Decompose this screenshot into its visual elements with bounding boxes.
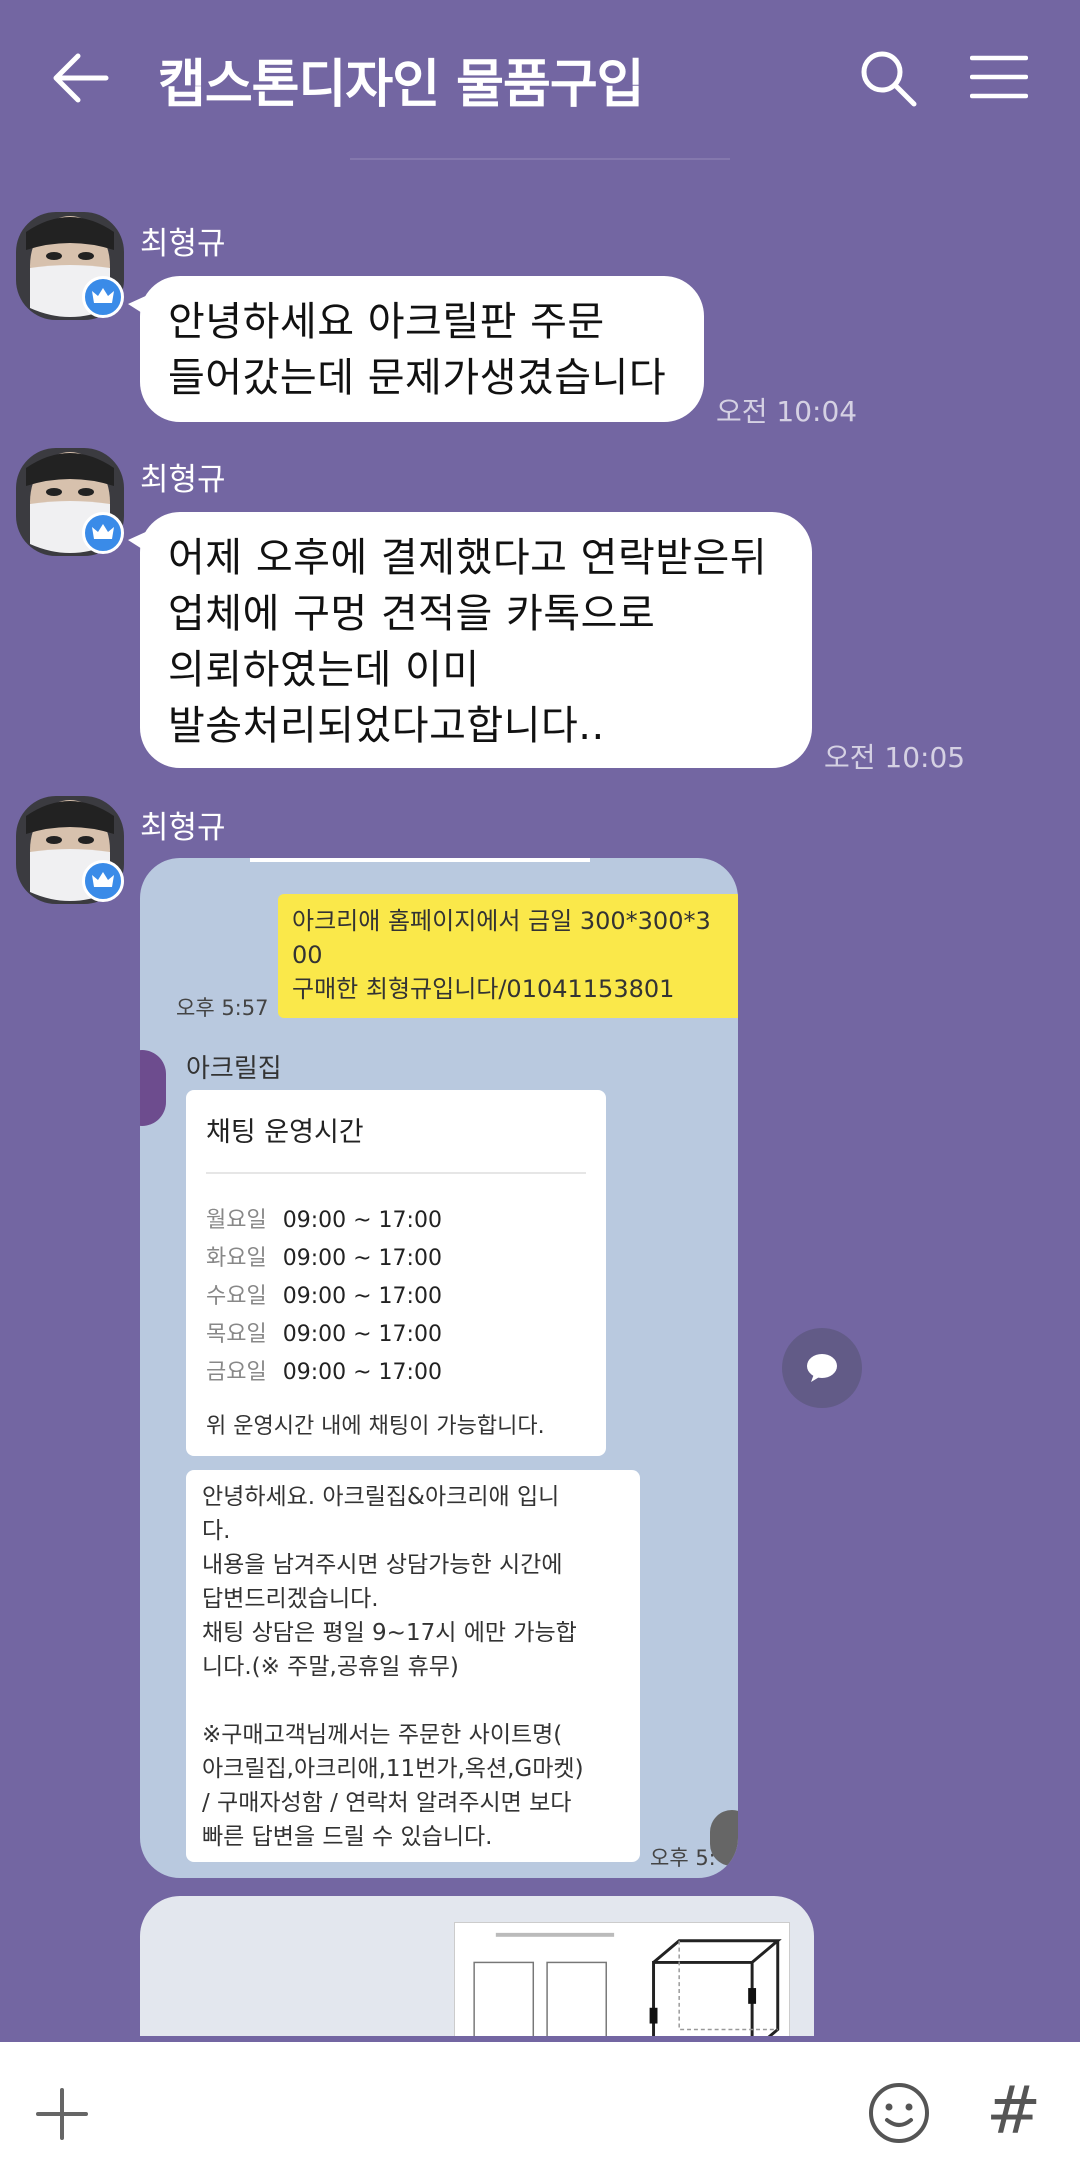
emoji-icon[interactable] xyxy=(868,2082,930,2144)
chat-header: 캡스톤디자인 물품구입 xyxy=(0,0,1080,160)
reply-bubble-button[interactable] xyxy=(782,1328,862,1408)
hours-row: 화요일 09:00 ~ 17:00 xyxy=(206,1246,442,1271)
hamburger-menu-icon[interactable] xyxy=(970,54,1028,100)
message-bubble[interactable]: 안녕하세요 아크릴판 주문 들어갔는데 문제가생겼습니다 xyxy=(128,276,704,422)
sender-name: 최형규 xyxy=(140,226,226,262)
message-input-bar: # xyxy=(0,2042,1080,2177)
message-time: 오전 10:05 xyxy=(824,741,966,774)
sender-name: 최형규 xyxy=(140,810,226,846)
greeting-card: 안녕하세요. 아크릴집&아크리애 입니 다. 내용을 남겨주시면 상담가능한 시… xyxy=(186,1470,640,1862)
hashtag-button[interactable]: # xyxy=(986,2072,1041,2149)
chat-title: 캡스톤디자인 물품구입 xyxy=(158,55,645,115)
screenshot-edge xyxy=(250,858,590,862)
screenshot-button xyxy=(710,1810,738,1866)
search-icon[interactable] xyxy=(858,48,918,108)
hours-note: 위 운영시간 내에 채팅이 가능합니다. xyxy=(206,1414,545,1439)
hours-title: 채팅 운영시간 xyxy=(206,1117,364,1148)
screenshot-time: 오후 5: xyxy=(650,1846,716,1870)
screenshot-time: 오후 5:57 xyxy=(176,996,269,1020)
hours-row: 수요일 09:00 ~ 17:00 xyxy=(206,1284,442,1309)
screenshot-yellow-message: 아크리애 홈페이지에서 금일 300*300*3 00 구매한 최형규입니다/0… xyxy=(278,894,738,1018)
hours-divider xyxy=(206,1172,586,1174)
hours-row: 월요일 09:00 ~ 17:00 xyxy=(206,1208,442,1233)
back-arrow-icon[interactable] xyxy=(50,52,110,104)
hours-card: 채팅 운영시간 월요일 09:00 ~ 17:00 화요일 09:00 ~ 17:0… xyxy=(186,1090,606,1456)
date-divider xyxy=(350,158,730,160)
image-message[interactable] xyxy=(140,1896,814,2036)
shop-avatar xyxy=(140,1050,166,1126)
hours-list: 월요일 09:00 ~ 17:00 화요일 09:00 ~ 17:00 수요일 09:… xyxy=(206,1202,442,1392)
shop-name: 아크릴집 xyxy=(186,1054,282,1084)
crown-badge-icon xyxy=(82,860,124,902)
plus-icon[interactable] xyxy=(34,2086,90,2142)
crown-badge-icon xyxy=(82,276,124,318)
hours-row: 금요일 09:00 ~ 17:00 xyxy=(206,1360,442,1385)
image-message[interactable]: 아크리애 홈페이지에서 금일 300*300*3 00 구매한 최형규입니다/0… xyxy=(140,858,738,1878)
diagram-image xyxy=(454,1922,790,2036)
crown-badge-icon xyxy=(82,512,124,554)
speech-bubble-icon xyxy=(807,1354,837,1382)
hours-row: 목요일 09:00 ~ 17:00 xyxy=(206,1322,442,1347)
sender-name: 최형규 xyxy=(140,462,226,498)
message-bubble[interactable]: 어제 오후에 결제했다고 연락받은뒤 업체에 구멍 견적을 카톡으로 의뢰하였는… xyxy=(128,512,812,768)
message-time: 오전 10:04 xyxy=(716,395,858,428)
